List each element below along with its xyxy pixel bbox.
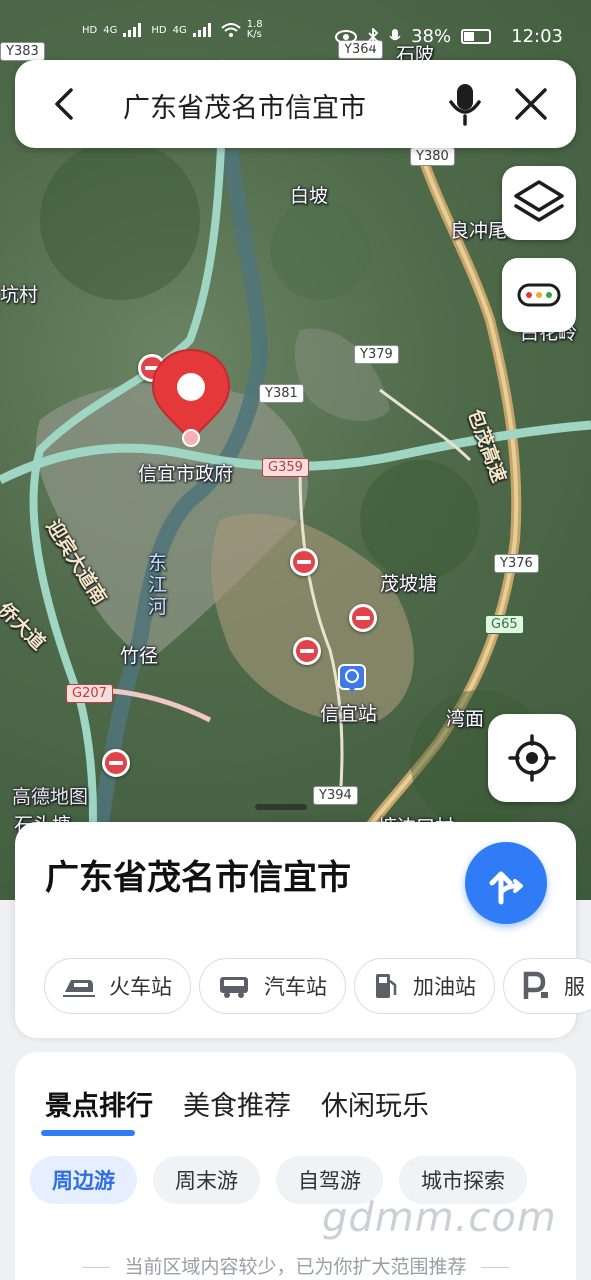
road-shield-y376: Y376 <box>494 554 539 573</box>
road-shield-y394: Y394 <box>313 786 358 805</box>
map-label-zhujing: 竹径 <box>120 645 159 667</box>
battery-percent: 38% <box>411 26 452 47</box>
road-shield-y380: Y380 <box>410 147 455 166</box>
road-shield-g65: G65 <box>485 615 524 634</box>
chip-label: 加油站 <box>413 975 476 999</box>
no-entry-icon <box>102 749 130 777</box>
no-entry-icon <box>349 604 377 632</box>
back-arrow-icon[interactable] <box>43 82 87 126</box>
chip-label: 火车站 <box>109 975 172 999</box>
signal-group: HD 4G HD 4G 1.8 K/s <box>82 20 269 40</box>
expanded-range-hint: 当前区域内容较少，已为你扩大范围推荐 <box>0 1252 591 1279</box>
road-shield-g359: G359 <box>262 458 309 477</box>
tab-food[interactable]: 美食推荐 <box>183 1084 291 1123</box>
route-button[interactable] <box>465 842 547 924</box>
signal-icon <box>192 23 215 37</box>
traffic-button[interactable] <box>502 258 576 332</box>
road-shield-g207: G207 <box>66 684 113 703</box>
chip-label: 汽车站 <box>264 975 327 999</box>
map-label-gaode: 高德地图 <box>12 786 89 808</box>
road-shield-y379: Y379 <box>354 345 399 364</box>
bus-icon <box>220 977 248 998</box>
directions-icon <box>489 871 523 905</box>
place-title: 广东省茂名市信宜市 <box>45 858 351 898</box>
eye-icon <box>335 29 358 44</box>
map-label-baipo: 白坡 <box>290 185 329 207</box>
drag-handle[interactable] <box>255 804 307 810</box>
clock: 12:03 <box>511 26 563 47</box>
chip-bus-station[interactable]: 汽车站 <box>199 958 346 1014</box>
bluetooth-icon <box>368 27 379 46</box>
hd-label: HD <box>82 24 98 36</box>
map-label-maopotang: 茂坡塘 <box>380 573 438 595</box>
pill-nearby-trip[interactable]: 周边游 <box>30 1156 137 1204</box>
fuel-pump-icon <box>376 974 397 998</box>
traffic-icon <box>517 283 561 307</box>
layers-icon <box>514 180 564 222</box>
nearby-chips: 火车站 汽车站 加油站 服 <box>44 958 591 1014</box>
search-query-text[interactable]: 广东省茂名市信宜市 <box>123 86 366 125</box>
place-card[interactable]: 广东省茂名市信宜市 火车站 汽车站 加油站 服 <box>15 822 591 1038</box>
crosshair-icon <box>508 734 556 782</box>
chip-gas-station[interactable]: 加油站 <box>354 958 495 1014</box>
hd-label-2: HD <box>151 24 167 36</box>
no-entry-icon <box>293 637 321 665</box>
map-layers-button[interactable] <box>502 166 576 240</box>
network-speed: 1.8 K/s <box>246 19 263 40</box>
network-label-2: 4G <box>172 24 187 36</box>
map-label-govt: 信宜市政府 <box>138 463 234 485</box>
no-entry-icon <box>290 548 318 576</box>
road-shield-y381: Y381 <box>259 384 304 403</box>
hint-text: 当前区域内容较少，已为你扩大范围推荐 <box>124 1256 467 1278</box>
signal-icon <box>123 23 145 37</box>
map-label-xinyi-station: 信宜站 <box>320 703 378 725</box>
battery-icon <box>461 29 492 44</box>
wifi-icon <box>221 23 241 37</box>
map-label-liangchong: 良冲尾 <box>450 220 508 242</box>
tab-attractions[interactable]: 景点排行 <box>45 1084 153 1123</box>
map-label-wanmian: 湾面 <box>446 708 485 730</box>
watermark: gdmm.com <box>322 1195 557 1241</box>
chip-train-station[interactable]: 火车站 <box>44 958 191 1014</box>
chip-service[interactable]: 服 <box>503 958 591 1014</box>
mic-status-icon <box>389 28 401 40</box>
tab-leisure[interactable]: 休闲玩乐 <box>321 1084 429 1123</box>
search-bar[interactable]: 广东省茂名市信宜市 <box>15 60 576 148</box>
pill-weekend-trip[interactable]: 周末游 <box>153 1156 260 1204</box>
active-tab-indicator <box>41 1130 135 1136</box>
chip-label: 服 <box>564 975 585 999</box>
close-icon[interactable] <box>509 82 553 126</box>
train-station-icon[interactable] <box>338 664 366 696</box>
status-bar: HD 4G HD 4G 1.8 K/s 38% 12:03 <box>0 14 591 58</box>
discover-tabs: 景点排行 美食推荐 休闲玩乐 <box>45 1084 429 1123</box>
map-label-dongjiang: 东江河 <box>148 552 168 618</box>
locate-me-button[interactable] <box>488 714 576 802</box>
parking-icon <box>523 971 548 999</box>
discover-panel: 景点排行 美食推荐 休闲玩乐 周边游 周末游 自驾游 城市探索 <box>15 1052 576 1280</box>
network-label: 4G <box>103 24 118 36</box>
location-pin-icon[interactable] <box>150 348 232 450</box>
microphone-icon[interactable] <box>443 80 487 128</box>
train-icon <box>63 980 95 997</box>
map-label-kengcun: 坑村 <box>0 284 39 306</box>
